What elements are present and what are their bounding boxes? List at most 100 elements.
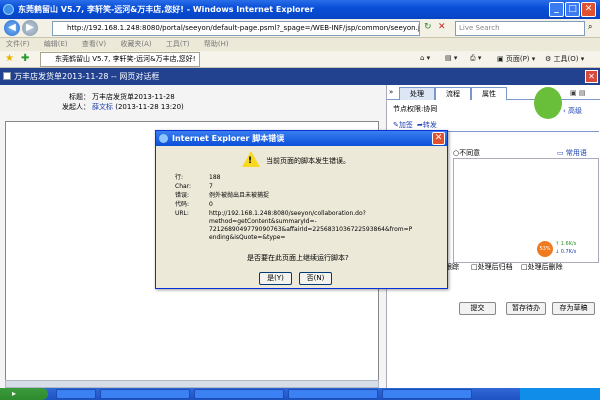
speed-up: ↑ 1.6K/s [555, 241, 577, 247]
dialog-close-button[interactable]: ✕ [432, 132, 445, 145]
delete-option[interactable]: □处理后删除 [521, 262, 563, 272]
quicklaunch[interactable] [56, 389, 96, 399]
field-code-label: 代码: [175, 201, 190, 208]
menu-tools[interactable]: 工具(T) [166, 40, 190, 48]
warning-mark: ! [248, 156, 253, 166]
page-menu[interactable]: ▣ 页面(P) ▾ [497, 54, 535, 64]
yes-button[interactable]: 是(Y) [259, 272, 292, 285]
close-window-button[interactable]: ✕ [581, 2, 596, 17]
taskbar-item-4[interactable] [382, 389, 472, 399]
add-sign-link[interactable]: ✎加签 [393, 120, 413, 130]
forward-link[interactable]: ➦转发 [417, 120, 437, 130]
subject-label: 标题： [69, 93, 90, 101]
dialog-ie-icon [159, 134, 168, 143]
opinion-textarea[interactable] [453, 158, 599, 263]
script-error-dialog: Internet Explorer 脚本错误 ✕ ! 当前页面的脚本发生错误。 … [155, 130, 448, 289]
submit-button[interactable]: 提交 [459, 302, 496, 315]
taskbar-item-2[interactable] [194, 389, 284, 399]
disagree-label: 不同意 [459, 149, 481, 157]
field-url-label: URL: [175, 210, 189, 217]
panel-tabs: » 处理 流程 属性 [387, 87, 600, 100]
page-icon [3, 72, 11, 80]
field-line-label: 行: [175, 174, 184, 181]
high-level-link[interactable]: ‹ 高级 [563, 106, 582, 116]
address-toolbar: ◀ ▶ http://192.168.1.248:8080/portal/see… [0, 19, 600, 38]
browser-tab[interactable]: 东莞鹤留山 V5.7, 李轩笑-远河&万丰店,您好! [40, 52, 200, 67]
page-close-button[interactable]: ✕ [585, 70, 598, 83]
back-button[interactable]: ◀ [4, 20, 20, 36]
field-line-value: 188 [209, 174, 221, 181]
save-draft-button[interactable]: 存为草稿 [552, 302, 595, 315]
common-phrases-label: 常用语 [565, 149, 587, 157]
menu-favorites[interactable]: 收藏夹(A) [120, 40, 151, 48]
forward-button[interactable]: ▶ [22, 20, 38, 36]
search-input[interactable]: Live Search [455, 21, 585, 36]
field-url-line-2: method=getContent&summaryId=- [209, 218, 317, 225]
home-icon[interactable]: ⌂ ▾ [420, 54, 430, 62]
no-button[interactable]: 否(N) [299, 272, 332, 285]
tab-process[interactable]: 处理 [399, 87, 435, 100]
common-phrases-link[interactable]: ▭ 常用语 [557, 148, 587, 158]
page-menu-label: 页面(P) [505, 55, 530, 63]
sender-value: 薛文标 [92, 103, 113, 111]
network-badge[interactable]: 53% [537, 241, 553, 257]
minimize-button[interactable]: _ [549, 2, 564, 17]
system-tray [520, 388, 600, 400]
page-title: 万丰店发货单2013-11-28 -- 网页对话框 [14, 72, 160, 81]
speed-down-value: 0.7K/s [560, 249, 577, 255]
maximize-button[interactable]: □ [565, 2, 580, 17]
field-char-value: 7 [209, 183, 213, 190]
continue-question: 是否要在此页面上继续运行脚本? [247, 254, 349, 262]
tab-flow[interactable]: 流程 [435, 87, 471, 100]
mascot-controls-icon[interactable]: ▣ ▤ [570, 89, 585, 97]
taskbar-item-1[interactable] [100, 389, 190, 399]
delete-label: 处理后删除 [527, 263, 563, 271]
ie-icon [3, 4, 14, 15]
window-titlebar: 东莞鹤留山 V5.7, 李轩笑-远河&万丰店,您好! - Windows Int… [0, 0, 600, 19]
page-dialog-title: 万丰店发货单2013-11-28 -- 网页对话框 ✕ [0, 68, 600, 85]
disagree-option[interactable]: ○不同意 [453, 148, 480, 158]
speed-up-value: 1.6K/s [560, 241, 577, 247]
favorites-bar: ★ ✚ 东莞鹤留山 V5.7, 李轩笑-远河&万丰店,您好! ⌂ ▾ ▤ ▾ ⎙… [0, 51, 600, 68]
horizontal-scrollbar[interactable] [5, 380, 379, 388]
browser-tab-label: 东莞鹤留山 V5.7, 李轩笑-远河&万丰店,您好! [55, 55, 196, 63]
collapse-icon[interactable]: » [389, 88, 393, 96]
taskbar: ▸ [0, 388, 600, 400]
dialog-titlebar: Internet Explorer 脚本错误 ✕ [156, 131, 447, 146]
speed-down: ↓ 0.7K/s [555, 249, 577, 255]
refresh-icon[interactable]: ↻ [424, 22, 432, 32]
print-icon[interactable]: ⎙ ▾ [470, 54, 481, 63]
save-pending-button[interactable]: 暂存待办 [506, 302, 546, 315]
menu-file[interactable]: 文件(F) [6, 40, 30, 48]
menu-edit[interactable]: 编辑(E) [44, 40, 68, 48]
node-permission: 节点权限:协同 [393, 105, 438, 113]
forward-label: 转发 [422, 121, 437, 129]
start-button[interactable]: ▸ [0, 388, 48, 400]
archive-option[interactable]: □处理后归档 [471, 262, 513, 272]
taskbar-item-3[interactable] [288, 389, 378, 399]
feeds-icon[interactable]: ▤ ▾ [445, 54, 457, 62]
sender-name[interactable]: 薛文标 (2013-11-28 13:20) [92, 103, 184, 112]
address-url-text: http://192.168.1.248:8080/portal/seeyon/… [67, 24, 420, 32]
window-title: 东莞鹤留山 V5.7, 李轩笑-远河&万丰店,您好! - Windows Int… [18, 5, 314, 14]
tools-menu-label: 工具(O) [553, 55, 579, 63]
field-char-label: Char: [175, 183, 192, 190]
stop-icon[interactable]: ✕ [438, 22, 446, 32]
archive-label: 处理后归档 [477, 263, 513, 271]
field-error-value: 例外被抛出且未被捕捉 [209, 192, 270, 199]
error-message: 当前页面的脚本发生错误。 [266, 157, 350, 165]
menu-help[interactable]: 帮助(H) [204, 40, 229, 48]
tab-properties[interactable]: 属性 [471, 87, 507, 100]
search-icon[interactable]: ⌕ [588, 22, 592, 32]
address-input[interactable]: http://192.168.1.248:8080/portal/seeyon/… [52, 21, 420, 36]
menu-view[interactable]: 查看(V) [82, 40, 106, 48]
add-sign-label: 加签 [398, 121, 413, 129]
field-error-label: 错误: [175, 192, 190, 199]
sender-time: (2013-11-28 13:20) [115, 103, 184, 111]
field-code-value: 0 [209, 201, 213, 208]
add-favorite-icon[interactable]: ✚ [21, 53, 29, 64]
subject-value: 万丰店发货单2013-11-28 [92, 93, 175, 101]
sender-label: 发起人： [62, 103, 90, 111]
tools-menu[interactable]: ⚙ 工具(O) ▾ [545, 54, 584, 64]
favorites-star-icon[interactable]: ★ [5, 53, 14, 64]
